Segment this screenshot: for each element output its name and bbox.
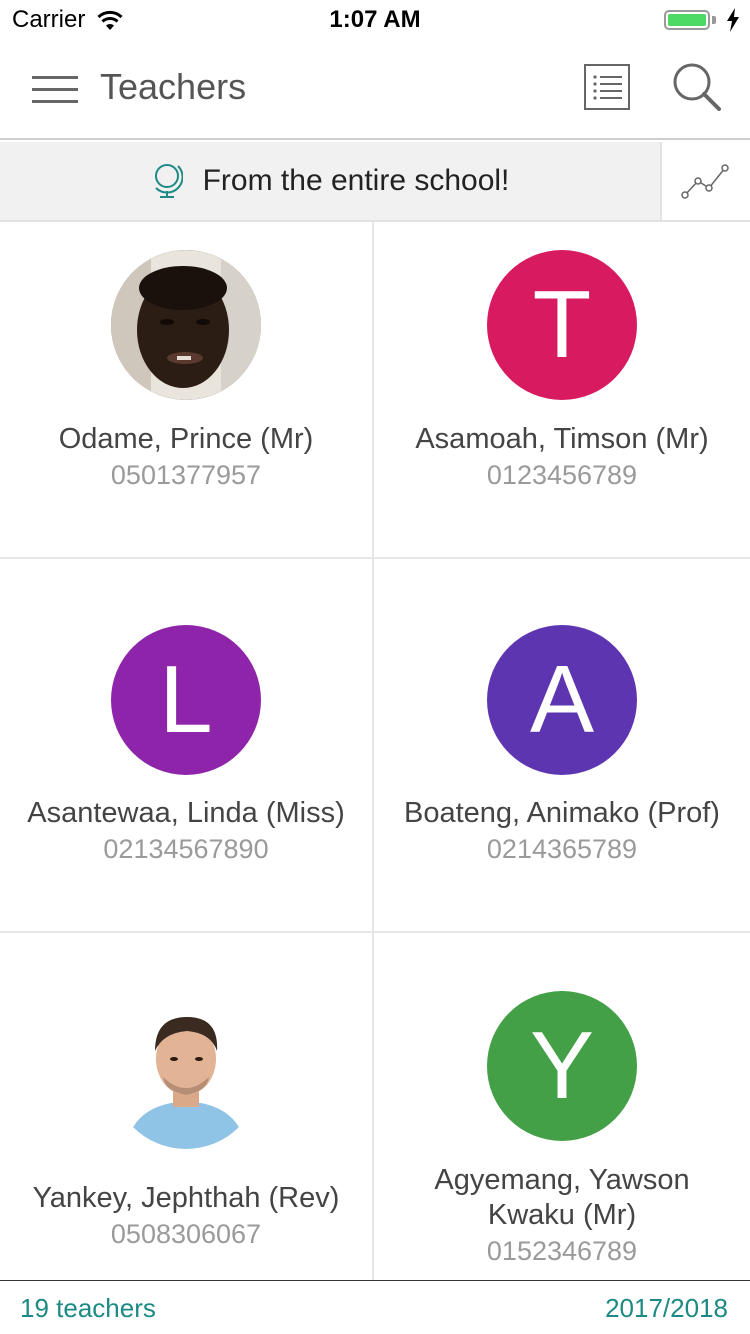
- avatar-initial: Y: [529, 1012, 595, 1119]
- battery-icon: [664, 10, 710, 30]
- teacher-card[interactable]: Yankey, Jephthah (Rev) 0508306067: [0, 933, 372, 1280]
- page-title: Teachers: [100, 66, 247, 107]
- filter-bar: From the entire school!: [0, 142, 750, 222]
- globe-icon: [154, 164, 183, 198]
- teacher-card[interactable]: Odame, Prince (Mr) 0501377957: [0, 222, 372, 557]
- teacher-avatar-photo: [111, 250, 261, 400]
- teacher-grid: Odame, Prince (Mr) 0501377957 T Asamoah,…: [0, 222, 750, 1280]
- person-photo-icon: [111, 250, 261, 400]
- teacher-name: Asamoah, Timson (Mr): [415, 423, 709, 455]
- grid-divider: [0, 557, 750, 559]
- grid-divider: [0, 931, 750, 933]
- scope-filter-button[interactable]: From the entire school!: [0, 142, 660, 220]
- list-view-icon[interactable]: [584, 64, 630, 110]
- teacher-card[interactable]: Y Agyemang, Yawson Kwaku (Mr) 0152346789: [374, 933, 750, 1280]
- hamburger-menu-icon[interactable]: [32, 76, 78, 104]
- teacher-avatar-initial: L: [111, 625, 261, 775]
- statistics-button[interactable]: [660, 142, 750, 220]
- avatar-initial: A: [529, 646, 595, 753]
- teacher-phone: 0214365789: [486, 834, 638, 864]
- teacher-avatar-initial: T: [487, 250, 637, 400]
- grid-divider: [372, 222, 374, 1280]
- teacher-name: Asantewaa, Linda (Miss): [27, 797, 345, 829]
- teacher-name: Boateng, Animako (Prof): [404, 797, 720, 829]
- line-chart-icon: [681, 164, 729, 199]
- teacher-name: Yankey, Jephthah (Rev): [32, 1182, 340, 1214]
- filter-label: From the entire school!: [202, 164, 510, 197]
- teacher-avatar-initial: A: [487, 625, 637, 775]
- teacher-card[interactable]: A Boateng, Animako (Prof) 0214365789: [374, 559, 750, 931]
- academic-year[interactable]: 2017/2018: [605, 1293, 728, 1324]
- search-icon[interactable]: [672, 62, 722, 112]
- teacher-name: Odame, Prince (Mr): [58, 423, 314, 455]
- person-photo-icon: [111, 999, 261, 1149]
- teacher-avatar-photo: [111, 999, 261, 1149]
- battery-nub: [712, 16, 716, 24]
- status-time: 1:07 AM: [329, 6, 421, 33]
- teacher-phone: 02134567890: [103, 834, 269, 864]
- teacher-phone: 0123456789: [486, 460, 638, 490]
- nav-bar: Teachers: [0, 40, 750, 140]
- teacher-phone: 0501377957: [110, 460, 262, 490]
- avatar-initial: L: [159, 646, 213, 753]
- avatar-initial: T: [532, 271, 592, 378]
- teacher-phone: 0508306067: [110, 1219, 262, 1249]
- teacher-card[interactable]: T Asamoah, Timson (Mr) 0123456789: [374, 222, 750, 557]
- footer-bar: 19 teachers 2017/2018: [0, 1280, 750, 1334]
- teacher-name: Agyemang, Yawson Kwaku (Mr): [434, 1164, 690, 1231]
- teacher-avatar-initial: Y: [487, 991, 637, 1141]
- teacher-count: 19 teachers: [20, 1293, 156, 1323]
- teacher-phone: 0152346789: [486, 1236, 638, 1266]
- status-bar: Carrier 1:07 AM: [0, 0, 750, 40]
- teacher-card[interactable]: L Asantewaa, Linda (Miss) 02134567890: [0, 559, 372, 931]
- charging-bolt-icon: [727, 8, 739, 32]
